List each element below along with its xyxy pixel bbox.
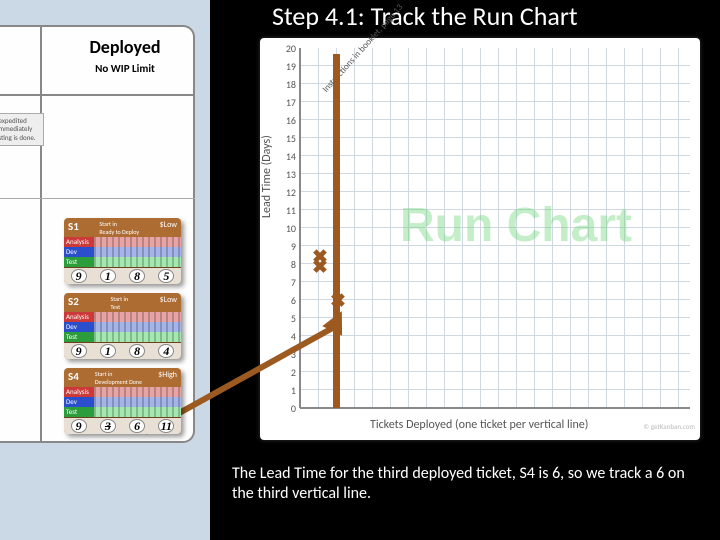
card-number: 9 [71, 269, 87, 283]
story-card[interactable]: S4 Start inDevelopment Done $High Analys… [64, 368, 181, 434]
y-tick: 13 [278, 168, 296, 181]
card-id: S1 [68, 220, 79, 236]
chart-watermark: Run Chart [400, 198, 632, 253]
row-label: Analysis [64, 237, 94, 247]
card-number: 3 [100, 419, 116, 433]
card-number: 4 [158, 344, 174, 358]
card-number: 6 [129, 419, 145, 433]
row-label: Test [64, 332, 94, 342]
row-label: Test [64, 257, 94, 267]
y-tick: 12 [278, 186, 296, 199]
wip-limit-text: No WIP Limit [40, 62, 210, 75]
row-label: Dev [64, 397, 94, 407]
card-priority: $Low [160, 220, 177, 236]
row-divider [0, 198, 195, 199]
card-priority: $Low [160, 295, 177, 311]
card-number: 1 [100, 269, 116, 283]
row-label: Dev [64, 322, 94, 332]
y-tick: 5 [278, 312, 296, 325]
y-tick: 15 [278, 132, 296, 145]
y-tick: 1 [278, 384, 296, 397]
card-numbers: 936 11 [64, 417, 181, 434]
story-card[interactable]: S2 Start inTest $Low Analysis Dev Test 9… [64, 293, 181, 359]
card-start: Start inDevelopment Done [95, 370, 142, 386]
y-tick: 2 [278, 366, 296, 379]
card-number: 8 [129, 269, 145, 283]
card-priority: $High [158, 370, 177, 386]
card-number: 9 [71, 344, 87, 358]
y-tick: 16 [278, 114, 296, 127]
column-divider [40, 25, 42, 443]
board-note: Deploy expedited tickets immediately aft… [0, 113, 44, 146]
column-header: Deployed [40, 36, 210, 58]
card-number: 8 [129, 344, 145, 358]
card-number: 9 [71, 419, 87, 433]
y-tick: 18 [278, 78, 296, 91]
y-tick: 8 [278, 258, 296, 271]
y-tick: 6 [278, 294, 296, 307]
card-id: S4 [68, 370, 79, 386]
card-numbers: 9184 [64, 342, 181, 359]
y-tick: 9 [278, 240, 296, 253]
row-divider [0, 94, 195, 96]
y-axis [299, 48, 301, 408]
card-start: Start inTest [110, 295, 128, 311]
card-id: S2 [68, 295, 79, 311]
y-tick: 20 [278, 42, 296, 55]
y-tick: 11 [278, 204, 296, 217]
row-label: Test [64, 407, 94, 417]
card-numbers: 9185 [64, 267, 181, 284]
y-tick: 0 [278, 402, 296, 415]
data-point: ✖ [312, 256, 328, 279]
y-tick: 14 [278, 150, 296, 163]
story-card[interactable]: S1 Start inReady to Deploy $Low Analysis… [64, 218, 181, 284]
card-start: Start inReady to Deploy [99, 220, 139, 236]
y-tick: 10 [278, 222, 296, 235]
card-number: 5 [158, 269, 174, 283]
y-axis-label: Lead Time (Days) [260, 135, 274, 218]
card-number: 1 [100, 344, 116, 358]
row-label: Analysis [64, 312, 94, 322]
y-tick: 7 [278, 276, 296, 289]
highlight-bar [333, 54, 340, 408]
row-label: Dev [64, 247, 94, 257]
step-title: Step 4.1: Track the Run Chart [272, 0, 578, 32]
row-label: Analysis [64, 387, 94, 397]
step-caption: The Lead Time for the third deployed tic… [232, 464, 702, 504]
chart-credit: © getKanban.com [643, 422, 695, 431]
y-tick: 17 [278, 96, 296, 109]
x-axis-label: Tickets Deployed (one ticket per vertica… [370, 418, 588, 432]
card-number: 11 [158, 419, 174, 433]
y-tick: 19 [278, 60, 296, 73]
y-tick: 4 [278, 330, 296, 343]
x-axis [300, 407, 690, 409]
